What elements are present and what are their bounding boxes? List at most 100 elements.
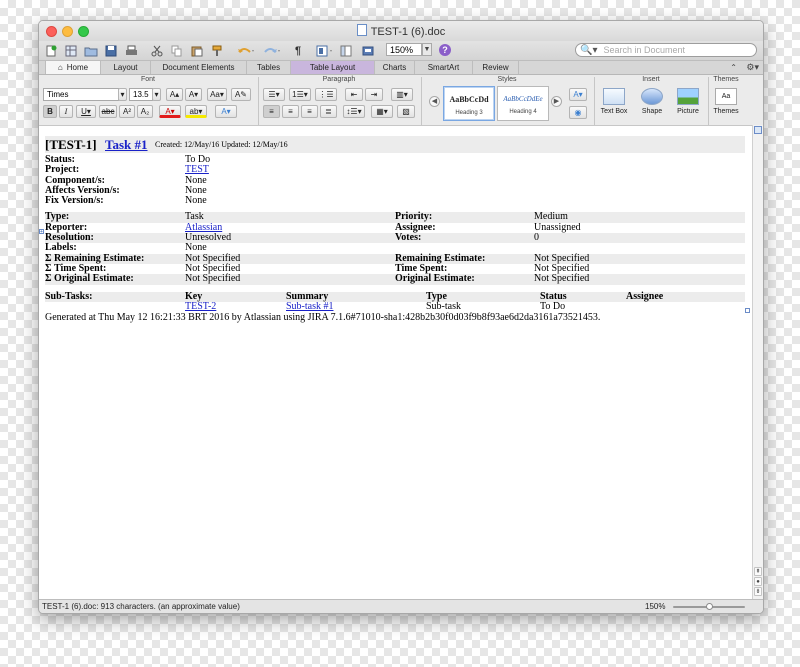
detail-value: Not Specified [534,273,590,285]
underline-button[interactable]: U▾ [76,105,96,118]
style-heading-3[interactable]: AaBbCcDd Heading 3 [443,86,495,121]
numbering-icon[interactable]: 1☰▾ [289,88,311,101]
font-name-dropdown[interactable]: ▾ [118,88,127,101]
subtask-summary-link[interactable]: Sub-task #1 [286,301,334,312]
justify-icon[interactable]: ≣ [320,105,337,118]
tab-table-layout[interactable]: Table Layout [291,61,375,74]
toolbox-icon[interactable] [361,43,379,58]
insert-picture-button[interactable]: Picture [669,88,707,115]
table-resize-handle-icon[interactable] [745,308,750,313]
zoom-slider-knob[interactable] [705,603,713,610]
gear-icon[interactable]: ⚙▾ [746,61,759,74]
window-title: TEST-1 (6).doc [39,24,763,38]
change-case-icon[interactable]: Aa▾ [207,88,227,101]
font-size-field[interactable]: 13.5 [129,88,153,101]
open-folder-icon[interactable] [83,43,99,58]
print-icon[interactable] [123,43,139,58]
styles-prev-arrow[interactable]: ◀ [429,96,440,107]
next-page-icon[interactable]: ⇟ [754,587,762,596]
field-row: Affects Version/s: None [45,185,745,196]
document-area[interactable]: [TEST-1] Task #1 Created: 12/May/16 Upda… [39,125,753,600]
italic-button[interactable]: I [59,105,73,118]
cut-icon[interactable] [149,43,165,58]
styles-pane-icon[interactable]: A▾ [569,88,587,101]
insert-shape-button[interactable]: Shape [633,88,671,115]
collapse-ribbon-icon[interactable]: ⌃ [730,61,737,74]
text-effects-icon[interactable]: A▾ [215,105,237,118]
clear-formatting-icon[interactable]: A✎ [231,88,251,101]
themes-button[interactable]: Aa Themes [707,88,745,115]
subtask-key-link[interactable]: TEST-2 [185,301,216,312]
browse-object-icon[interactable]: ● [754,577,762,586]
subscript-icon[interactable]: A₂ [137,105,153,118]
field-row: Component/s: None [45,175,745,186]
strikethrough-icon[interactable]: abc [99,105,117,118]
search-field[interactable]: 🔍▾ Search in Document [575,43,757,57]
columns-icon[interactable]: ▥▾ [391,88,413,101]
tab-smartart[interactable]: SmartArt [415,61,473,74]
borders-icon[interactable]: ▦▾ [371,105,393,118]
document-icon [356,24,367,36]
align-right-icon[interactable]: ≡ [301,105,318,118]
save-icon[interactable] [103,43,119,58]
subtask-row: TEST-2 Sub-task #1 Sub-task To Do [45,301,745,312]
tab-layout[interactable]: Layout [101,61,151,74]
line-spacing-icon[interactable]: ↕☰▾ [343,105,365,118]
undo-icon[interactable] [235,43,257,58]
ribbon-tabs: ⌂ Home Layout Document Elements Tables Ta… [39,61,763,75]
picture-icon [677,88,699,105]
decrease-indent-icon[interactable]: ⇤ [345,88,363,101]
font-size-dropdown[interactable]: ▾ [152,88,161,101]
field-value: None [185,195,207,207]
font-color-icon[interactable]: A▾ [159,105,181,118]
font-group-label: Font [140,76,155,83]
detail-label: Σ Original Estimate: [45,273,134,285]
insert-text-box-label: Text Box [600,108,628,115]
search-icon: 🔍▾ [580,44,598,56]
shrink-font-icon[interactable]: A▾ [185,88,202,101]
multilevel-list-icon[interactable]: ⋮☰ [315,88,337,101]
zoom-combo[interactable]: 150% [386,43,422,56]
detail-label: Original Estimate: [395,273,475,285]
paste-icon[interactable] [189,43,205,58]
sidebar-icon[interactable] [339,43,353,58]
paragraph-group-label: Paragraph [322,76,356,83]
table-move-handle-icon[interactable]: + [39,229,44,235]
manage-styles-icon[interactable]: ◉ [569,106,587,119]
font-name-field[interactable]: Times [43,88,119,101]
previous-page-icon[interactable]: ⇞ [754,567,762,576]
styles-next-arrow[interactable]: ▶ [551,96,562,107]
align-left-icon[interactable]: ≡ [263,105,280,118]
grow-font-icon[interactable]: A▴ [166,88,183,101]
redo-icon[interactable] [261,43,283,58]
format-painter-icon[interactable] [209,43,225,58]
tab-review[interactable]: Review [473,61,519,74]
help-icon[interactable]: ? [439,44,451,56]
shading-icon[interactable]: ▧ [397,105,415,118]
ruler-toggle-icon[interactable] [754,126,762,134]
zoom-dropdown-arrow[interactable]: ▼ [422,43,432,56]
copy-icon[interactable] [169,43,185,58]
status-zoom-level: 150% [645,602,666,611]
tab-tables[interactable]: Tables [247,61,291,74]
bullets-icon[interactable]: ☰▾ [263,88,285,101]
issue-summary-link[interactable]: Task #1 [105,137,148,153]
increase-indent-icon[interactable]: ⇥ [365,88,383,101]
tab-document-elements[interactable]: Document Elements [151,61,247,74]
templates-icon[interactable] [63,43,79,58]
superscript-icon[interactable]: A² [119,105,135,118]
align-center-icon[interactable]: ≡ [282,105,299,118]
highlight-icon[interactable]: ab▾ [185,105,207,118]
style-heading-4[interactable]: AaBbCcDdEe Heading 4 [497,86,549,121]
insert-text-box-button[interactable]: Text Box [595,88,633,115]
bold-button[interactable]: B [43,105,57,118]
new-document-icon[interactable] [43,43,59,58]
view-icon[interactable] [315,43,337,58]
word-window: TEST-1 (6).doc ¶ 150% ▼ ? 🔍▾ Search in D… [38,20,764,614]
tab-home[interactable]: ⌂ Home [45,61,101,74]
vertical-scrollbar[interactable]: ⇞ ● ⇟ [752,125,763,599]
style-heading-4-label: Heading 4 [509,109,537,115]
subtasks-heading: Sub-Tasks: [45,290,93,302]
tab-charts[interactable]: Charts [375,61,415,74]
show-formatting-icon[interactable]: ¶ [291,43,305,58]
